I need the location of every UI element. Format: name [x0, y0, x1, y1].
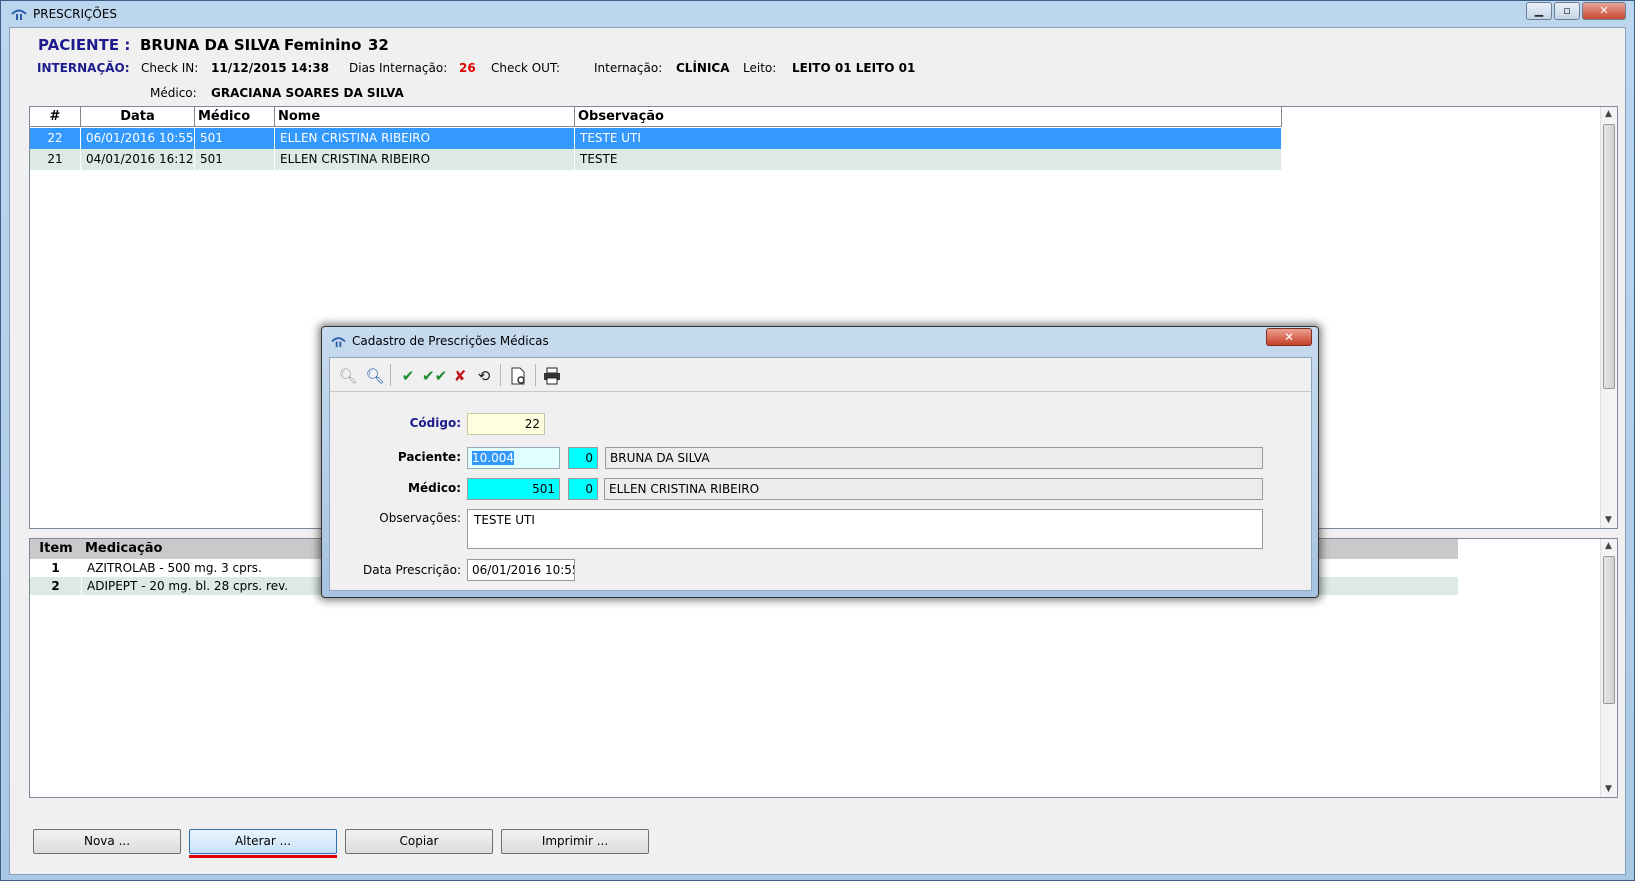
patient-name: BRUNA DA SILVA: [140, 36, 280, 54]
zoom-out-icon[interactable]: 🔍︎: [338, 366, 358, 386]
app-icon: [331, 337, 346, 348]
printer-icon[interactable]: [542, 366, 562, 386]
dialog-toolbar: 🔍︎ 🔍︎ ✔ ✔✔ ✘ ⟲: [330, 358, 1311, 392]
maximize-button[interactable]: ▫: [1554, 2, 1580, 20]
nova-button[interactable]: Nova ...: [33, 829, 181, 854]
medico-sub-field[interactable]: 0: [568, 478, 598, 500]
cancel-icon[interactable]: ✘: [450, 366, 470, 386]
main-window: PRESCRIÇÕES ▁ ▫ ✕ PACIENTE : BRUNA DA SI…: [0, 0, 1635, 881]
double-check-icon[interactable]: ✔✔: [422, 366, 447, 386]
cell-nome: ELLEN CRISTINA RIBEIRO: [275, 128, 575, 149]
dialog-title: Cadastro de Prescrições Médicas: [352, 334, 549, 348]
prescriptions-scrollbar[interactable]: ▲ ▼: [1600, 107, 1617, 528]
paciente-code-field[interactable]: 10.004: [467, 447, 560, 469]
data-prescricao-label: Data Prescrição:: [363, 563, 461, 577]
medications-scrollbar[interactable]: ▲ ▼: [1600, 539, 1617, 797]
dias-value: 26: [459, 61, 476, 75]
col-nome[interactable]: Nome: [275, 107, 575, 127]
col-data[interactable]: Data: [81, 107, 195, 127]
internacao-section-label: INTERNAÇÃO:: [37, 61, 130, 75]
col-medico[interactable]: Médico: [195, 107, 275, 127]
paciente-label: Paciente:: [397, 450, 461, 464]
scroll-up-arrow[interactable]: ▲: [1605, 541, 1612, 551]
check-icon[interactable]: ✔: [398, 366, 418, 386]
col-observacao[interactable]: Observação: [575, 107, 1282, 127]
table-row[interactable]: 21 04/01/2016 16:12 501 ELLEN CRISTINA R…: [30, 149, 1282, 170]
scroll-up-arrow[interactable]: ▲: [1605, 109, 1612, 119]
medico-value: GRACIANA SOARES DA SILVA: [211, 86, 404, 100]
copiar-button[interactable]: Copiar: [345, 829, 493, 854]
cell-medico: 501: [195, 128, 275, 149]
scroll-down-arrow[interactable]: ▼: [1605, 515, 1612, 525]
paciente-code-text: 10.004: [472, 451, 514, 465]
cell-medico: 501: [195, 149, 275, 170]
cell-item: 1: [30, 559, 82, 577]
cell-data: 06/01/2016 10:55: [81, 128, 195, 149]
patient-sex: Feminino: [284, 36, 362, 54]
cell-nome: ELLEN CRISTINA RIBEIRO: [275, 149, 575, 170]
table-row[interactable]: 22 06/01/2016 10:55 501 ELLEN CRISTINA R…: [30, 128, 1282, 149]
medico-label: Médico:: [150, 86, 197, 100]
cell-num: 21: [30, 149, 81, 170]
codigo-label: Código:: [409, 416, 461, 430]
alterar-button[interactable]: Alterar ...: [189, 829, 337, 854]
scroll-thumb[interactable]: [1603, 556, 1615, 704]
patient-age: 32: [368, 36, 389, 54]
paciente-label: PACIENTE :: [38, 36, 131, 54]
app-icon: [11, 9, 27, 20]
zoom-in-icon[interactable]: 🔍︎: [365, 366, 385, 386]
imprimir-button[interactable]: Imprimir ...: [501, 829, 649, 854]
minimize-button[interactable]: ▁: [1526, 2, 1552, 20]
close-button[interactable]: ✕: [1582, 2, 1626, 20]
observacoes-label: Observações:: [379, 511, 461, 525]
window-title: PRESCRIÇÕES: [33, 7, 118, 21]
dialog-close-button[interactable]: ✕: [1266, 328, 1312, 346]
dialog-body: 🔍︎ 🔍︎ ✔ ✔✔ ✘ ⟲ Código: 22 Paciente: 10.0…: [329, 357, 1312, 591]
internacao-label: Internação:: [594, 61, 663, 75]
leito-label: Leito:: [743, 61, 777, 75]
paciente-sub-field[interactable]: 0: [568, 447, 598, 469]
checkin-label: Check IN:: [141, 61, 199, 75]
prescription-dialog: Cadastro de Prescrições Médicas ✕ 🔍︎ 🔍︎ …: [321, 326, 1319, 598]
cell-item: 2: [30, 577, 82, 595]
paciente-name-field: BRUNA DA SILVA: [605, 447, 1263, 469]
scroll-down-arrow[interactable]: ▼: [1605, 784, 1612, 794]
medico-label: Médico:: [408, 481, 461, 495]
history-icon[interactable]: ⟲: [474, 366, 494, 386]
col-num[interactable]: #: [30, 107, 81, 127]
internacao-value: CLÍNICA: [676, 61, 730, 75]
cell-obs: TESTE UTI: [575, 128, 1282, 149]
title-bar[interactable]: PRESCRIÇÕES ▁ ▫ ✕: [1, 1, 1634, 27]
prescriptions-grid-header: # Data Médico Nome Observação: [30, 107, 1282, 127]
col-item[interactable]: Item: [30, 539, 82, 559]
scroll-thumb[interactable]: [1603, 124, 1615, 389]
checkin-value: 11/12/2015 14:38: [211, 61, 329, 75]
cell-num: 22: [30, 128, 81, 149]
data-prescricao-field[interactable]: 06/01/2016 10:55: [467, 559, 575, 581]
document-settings-icon[interactable]: [508, 366, 528, 386]
highlight-underline: [189, 855, 337, 858]
medico-code-field[interactable]: 501: [467, 478, 560, 500]
medico-name-field: ELLEN CRISTINA RIBEIRO: [604, 478, 1263, 500]
cell-obs: TESTE: [575, 149, 1282, 170]
checkout-label: Check OUT:: [491, 61, 561, 75]
codigo-field[interactable]: 22: [467, 413, 545, 435]
dias-label: Dias Internação:: [349, 61, 448, 75]
leito-value: LEITO 01 LEITO 01: [792, 61, 916, 75]
cell-data: 04/01/2016 16:12: [81, 149, 195, 170]
observacoes-textarea[interactable]: TESTE UTI: [467, 509, 1263, 549]
